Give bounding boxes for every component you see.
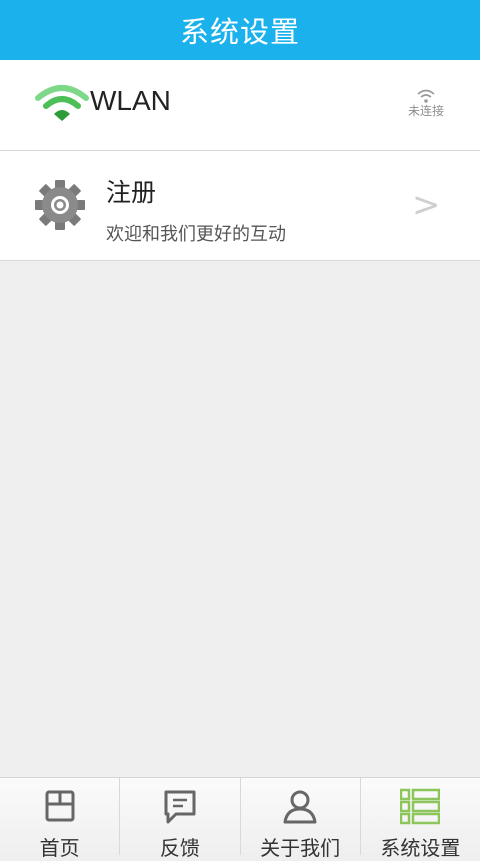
gear-icon [35, 180, 85, 230]
wifi-icon [35, 85, 89, 121]
wlan-row[interactable]: WLAN 未连接 [0, 60, 480, 151]
bottom-tab-bar: 首页 反馈 关于我们 系统设置 [0, 777, 480, 860]
page-title: 系统设置 [179, 15, 300, 49]
wlan-status: 未连接 [404, 88, 448, 124]
tab-system-settings[interactable]: 系统设置 [361, 778, 480, 860]
tab-home-label: 首页 [39, 836, 80, 860]
tab-home[interactable]: 首页 [0, 778, 121, 860]
register-subtitle: 欢迎和我们更好的互动 [106, 224, 286, 245]
tab-feedback-label: 反馈 [159, 836, 200, 860]
tab-feedback[interactable]: 反馈 [120, 778, 241, 860]
title-bar: 系统设置 [0, 0, 480, 60]
feedback-icon [164, 790, 196, 824]
register-title: 注册 [106, 178, 157, 207]
tab-about-us-label: 关于我们 [260, 836, 341, 860]
wlan-label: WLAN [90, 85, 171, 116]
register-row[interactable]: 注册 欢迎和我们更好的互动 > [0, 151, 480, 261]
user-icon [283, 790, 317, 824]
home-icon [45, 790, 75, 822]
tab-system-settings-label: 系统设置 [380, 836, 461, 860]
chevron-right-icon: > [412, 185, 441, 225]
wifi-status-icon [417, 89, 435, 103]
settings-list-icon [400, 788, 441, 825]
wlan-status-text: 未连接 [407, 104, 444, 118]
tab-about-us[interactable]: 关于我们 [241, 778, 361, 860]
